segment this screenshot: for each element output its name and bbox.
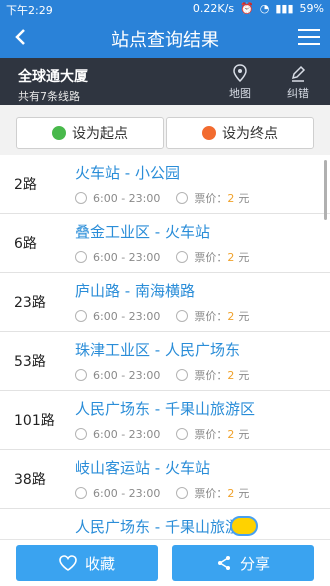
route-name: 火车站 - 小公园 — [75, 164, 180, 182]
route-row[interactable]: 2路 火车站 - 小公园 6:00 - 23:00 票价： 2 元 — [0, 155, 330, 214]
route-row[interactable]: 38路 岐山客运站 - 火车站 6:00 - 23:00 票价： 2 元 — [0, 450, 330, 509]
route-name: 珠津工业区 - 人民广场东 — [75, 341, 240, 359]
pencil-icon — [291, 65, 306, 82]
price-unit: 元 — [238, 369, 250, 382]
route-meta: 6:00 - 23:00 票价： 2 元 — [75, 426, 249, 442]
set-end-button[interactable]: 设为终点 — [166, 117, 314, 149]
set-start-label: 设为起点 — [72, 126, 128, 142]
clock-icon — [75, 369, 87, 381]
route-number: 6路 — [14, 236, 37, 252]
coin-icon — [176, 487, 189, 499]
status-bar: 下午2:29 0.22K/s ⏰ ◔ ▮▮▮ 59% — [0, 0, 330, 18]
route-number: 2路 — [14, 177, 37, 193]
coin-icon — [176, 310, 189, 322]
page-title: 站点查询结果 — [111, 30, 219, 51]
route-meta: 6:00 - 23:00 票价： 2 元 — [75, 249, 249, 265]
route-number: 101路 — [14, 413, 55, 429]
alarm-icon: ⏰ — [240, 2, 254, 15]
price-unit: 元 — [238, 192, 250, 205]
route-hours: 6:00 - 23:00 — [93, 368, 161, 382]
route-meta: 6:00 - 23:00 票价： 2 元 — [75, 190, 249, 206]
route-number: 38路 — [14, 472, 46, 488]
route-hours: 6:00 - 23:00 — [93, 191, 161, 205]
route-row[interactable]: 人民广场东 - 千果山旅游区 — [0, 509, 330, 540]
coin-icon — [176, 369, 189, 381]
heart-icon — [59, 555, 77, 571]
coin-icon — [176, 251, 189, 263]
route-meta: 6:00 - 23:00 票价： 2 元 — [75, 485, 249, 501]
route-meta: 6:00 - 23:00 票价： 2 元 — [75, 308, 249, 324]
bottom-action-bar: 收藏 分享 — [0, 539, 330, 586]
route-number: 23路 — [14, 295, 46, 311]
stop-name: 全球通大厦 — [18, 69, 88, 85]
route-row[interactable]: 23路 庐山路 - 南海横路 6:00 - 23:00 票价： 2 元 — [0, 273, 330, 332]
price-unit: 元 — [238, 310, 250, 323]
battery-percent: 59% — [299, 2, 324, 15]
price-value: 2 — [227, 368, 235, 382]
share-button[interactable]: 分享 — [172, 545, 314, 581]
price-label: 票价： — [194, 428, 228, 441]
favorite-label: 收藏 — [84, 554, 115, 573]
price-value: 2 — [227, 427, 235, 441]
price-unit: 元 — [238, 428, 250, 441]
price-value: 2 — [227, 191, 235, 205]
route-hours: 6:00 - 23:00 — [93, 486, 161, 500]
route-hours: 6:00 - 23:00 — [93, 250, 161, 264]
clock-icon — [75, 310, 87, 322]
price-value: 2 — [227, 486, 235, 500]
signal-icon: ▮▮▮ — [275, 2, 294, 15]
set-end-label: 设为终点 — [222, 126, 278, 142]
line-count: 共有7条线路 — [18, 90, 80, 103]
route-list[interactable]: 2路 火车站 - 小公园 6:00 - 23:00 票价： 2 元 6路 叠金工… — [0, 155, 330, 540]
route-name: 人民广场东 - 千果山旅游区 — [75, 400, 255, 418]
route-number: 53路 — [14, 354, 46, 370]
set-start-button[interactable]: 设为起点 — [16, 117, 164, 149]
price-value: 2 — [227, 309, 235, 323]
clock-icon — [75, 487, 87, 499]
correct-button[interactable]: 纠错 — [278, 64, 318, 101]
price-value: 2 — [227, 250, 235, 264]
map-button[interactable]: 地图 — [220, 64, 260, 101]
floating-assistant-icon[interactable] — [230, 516, 258, 536]
price-label: 票价： — [194, 192, 228, 205]
correct-label: 纠错 — [287, 87, 309, 100]
scrollbar-thumb[interactable] — [324, 160, 327, 220]
hamburger-menu-icon[interactable] — [298, 28, 320, 46]
status-time: 下午2:29 — [6, 4, 53, 17]
coin-icon — [176, 192, 189, 204]
favorite-button[interactable]: 收藏 — [16, 545, 158, 581]
route-name: 叠金工业区 - 火车站 — [75, 223, 210, 241]
route-meta: 6:00 - 23:00 票价： 2 元 — [75, 367, 249, 383]
clock-icon — [75, 428, 87, 440]
map-pin-icon — [233, 64, 247, 82]
route-hours: 6:00 - 23:00 — [93, 309, 161, 323]
price-label: 票价： — [194, 369, 228, 382]
wifi-icon: ◔ — [259, 2, 270, 15]
share-icon — [217, 556, 230, 570]
start-dot-icon — [52, 126, 66, 140]
clock-icon — [75, 251, 87, 263]
status-right: 0.22K/s ⏰ ◔ ▮▮▮ 59% — [193, 2, 324, 15]
price-unit: 元 — [238, 251, 250, 264]
clock-icon — [75, 192, 87, 204]
map-label: 地图 — [229, 87, 251, 100]
price-unit: 元 — [238, 487, 250, 500]
price-label: 票价： — [194, 310, 228, 323]
route-name: 人民广场东 - 千果山旅游区 — [75, 518, 255, 536]
end-dot-icon — [202, 126, 216, 140]
price-label: 票价： — [194, 251, 228, 264]
price-label: 票价： — [194, 487, 228, 500]
network-speed: 0.22K/s — [192, 2, 235, 15]
share-label: 分享 — [239, 554, 270, 573]
route-name: 岐山客运站 - 火车站 — [75, 459, 210, 477]
title-bar: 站点查询结果 — [0, 18, 330, 58]
endpoint-buttons: 设为起点 设为终点 — [0, 105, 330, 155]
route-row[interactable]: 101路 人民广场东 - 千果山旅游区 6:00 - 23:00 票价： 2 元 — [0, 391, 330, 450]
stop-info-bar: 全球通大厦 共有7条线路 地图 纠错 — [0, 58, 330, 105]
route-row[interactable]: 53路 珠津工业区 - 人民广场东 6:00 - 23:00 票价： 2 元 — [0, 332, 330, 391]
route-name: 庐山路 - 南海横路 — [75, 282, 195, 300]
coin-icon — [176, 428, 189, 440]
route-row[interactable]: 6路 叠金工业区 - 火车站 6:00 - 23:00 票价： 2 元 — [0, 214, 330, 273]
route-hours: 6:00 - 23:00 — [93, 427, 161, 441]
